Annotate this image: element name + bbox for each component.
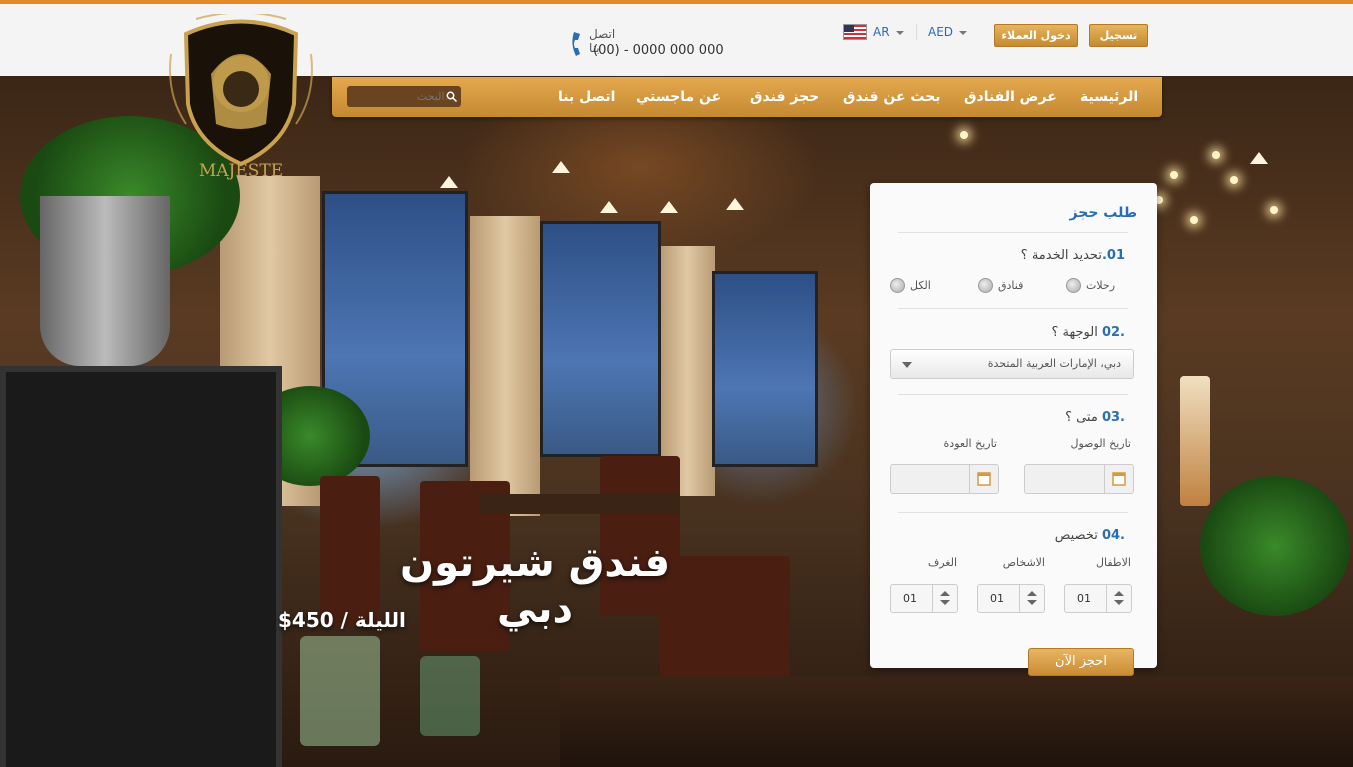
customer-login-button[interactable]: دخول العملاء — [994, 24, 1078, 47]
divider — [898, 512, 1128, 513]
booking-title: طلب حجز — [1069, 205, 1137, 221]
children-stepper[interactable]: 01 — [1064, 584, 1132, 613]
contact-phone[interactable]: (00) - 0000 000 000 — [593, 43, 724, 58]
radio-hotels[interactable] — [978, 278, 993, 293]
arrow-down-icon[interactable] — [1027, 600, 1037, 605]
arrival-date-input[interactable] — [1024, 464, 1134, 494]
arrow-up-icon[interactable] — [1114, 591, 1124, 596]
chevron-down-icon — [959, 30, 968, 35]
radio-hotels-label: فنادق — [998, 279, 1024, 292]
divider — [898, 232, 1128, 233]
section-label: تخصيص — [1054, 528, 1102, 543]
radio-all-label: الكل — [910, 279, 931, 292]
search-icon[interactable] — [446, 91, 457, 102]
stepper-controls[interactable] — [1106, 585, 1131, 612]
section-customize: .04 تخصيص — [1055, 528, 1125, 543]
section-number: .02 — [1101, 325, 1125, 340]
stepper-controls[interactable] — [932, 585, 957, 612]
divider — [916, 24, 917, 40]
nav-item-book-hotel[interactable]: حجز فندق — [750, 89, 819, 105]
persons-value: 01 — [990, 592, 1004, 605]
section-service: 01.تحديد الخدمة ؟ — [1021, 248, 1125, 263]
section-label: متى ؟ — [1065, 410, 1102, 425]
arrow-up-icon[interactable] — [940, 591, 950, 596]
arrow-down-icon[interactable] — [1114, 600, 1124, 605]
arrow-up-icon[interactable] — [1027, 591, 1037, 596]
section-number: 01. — [1101, 248, 1125, 263]
return-date-input[interactable] — [890, 464, 999, 494]
chevron-down-icon — [902, 362, 912, 368]
radio-all[interactable] — [890, 278, 905, 293]
register-button[interactable]: تسجيل — [1089, 24, 1148, 47]
book-now-button[interactable]: احجز الآن — [1028, 648, 1134, 676]
stepper-controls[interactable] — [1019, 585, 1044, 612]
currency-selector[interactable]: AED — [928, 25, 968, 39]
section-label: الوجهة ؟ — [1051, 325, 1102, 340]
radio-trips[interactable] — [1066, 278, 1081, 293]
nav-item-hotels[interactable]: عرض الفنادق — [964, 89, 1057, 105]
rooms-value: 01 — [903, 592, 917, 605]
nav-item-home[interactable]: الرئيسية — [1080, 89, 1138, 105]
nav-item-about[interactable]: عن ماجستي — [636, 89, 721, 105]
divider — [898, 308, 1128, 309]
section-label: تحديد الخدمة ؟ — [1020, 248, 1102, 263]
chevron-down-icon — [895, 30, 904, 35]
children-value: 01 — [1077, 592, 1091, 605]
arrival-label: تاريخ الوصول — [1070, 437, 1132, 450]
radio-trips-label: رحلات — [1086, 279, 1116, 292]
rooms-label: الغرف — [927, 556, 957, 569]
section-destination: .02 الوجهة ؟ — [1052, 325, 1126, 340]
arrow-down-icon[interactable] — [940, 600, 950, 605]
logo-text: MAJESTE — [199, 161, 283, 181]
majeste-logo[interactable]: MAJESTE — [166, 14, 316, 184]
section-number: .03 — [1101, 410, 1125, 425]
search-input[interactable] — [367, 86, 455, 107]
destination-value: دبي، الإمارات العربية المتحدة — [987, 357, 1121, 370]
us-flag-icon[interactable] — [843, 24, 867, 40]
persons-stepper[interactable]: 01 — [977, 584, 1045, 613]
language-value: AR — [873, 25, 890, 39]
nav-item-contact[interactable]: اتصل بنا — [558, 89, 615, 105]
search-box — [347, 86, 461, 107]
main-nav: اتصل بنا عن ماجستي حجز فندق بحث عن فندق … — [332, 77, 1162, 117]
hero-title: فندق شيرتون دبي — [399, 540, 671, 632]
return-label: تاريخ العودة — [943, 437, 997, 450]
divider — [898, 394, 1128, 395]
destination-select[interactable]: دبي، الإمارات العربية المتحدة — [890, 349, 1134, 379]
nav-item-search-hotel[interactable]: بحث عن فندق — [843, 89, 941, 105]
currency-value: AED — [928, 25, 954, 39]
language-selector[interactable]: AR — [873, 25, 904, 39]
hero-price: $450 / الليلة — [278, 608, 406, 632]
rooms-stepper[interactable]: 01 — [890, 584, 958, 613]
calendar-icon[interactable] — [969, 465, 998, 493]
persons-label: الاشخاص — [1002, 556, 1045, 569]
calendar-icon[interactable] — [1104, 465, 1133, 493]
booking-panel: طلب حجز 01.تحديد الخدمة ؟ رحلات فنادق ال… — [870, 183, 1157, 668]
section-number: .04 — [1101, 528, 1125, 543]
phone-icon — [572, 32, 580, 56]
section-when: .03 متى ؟ — [1065, 410, 1125, 425]
children-label: الاطفال — [1096, 556, 1131, 569]
